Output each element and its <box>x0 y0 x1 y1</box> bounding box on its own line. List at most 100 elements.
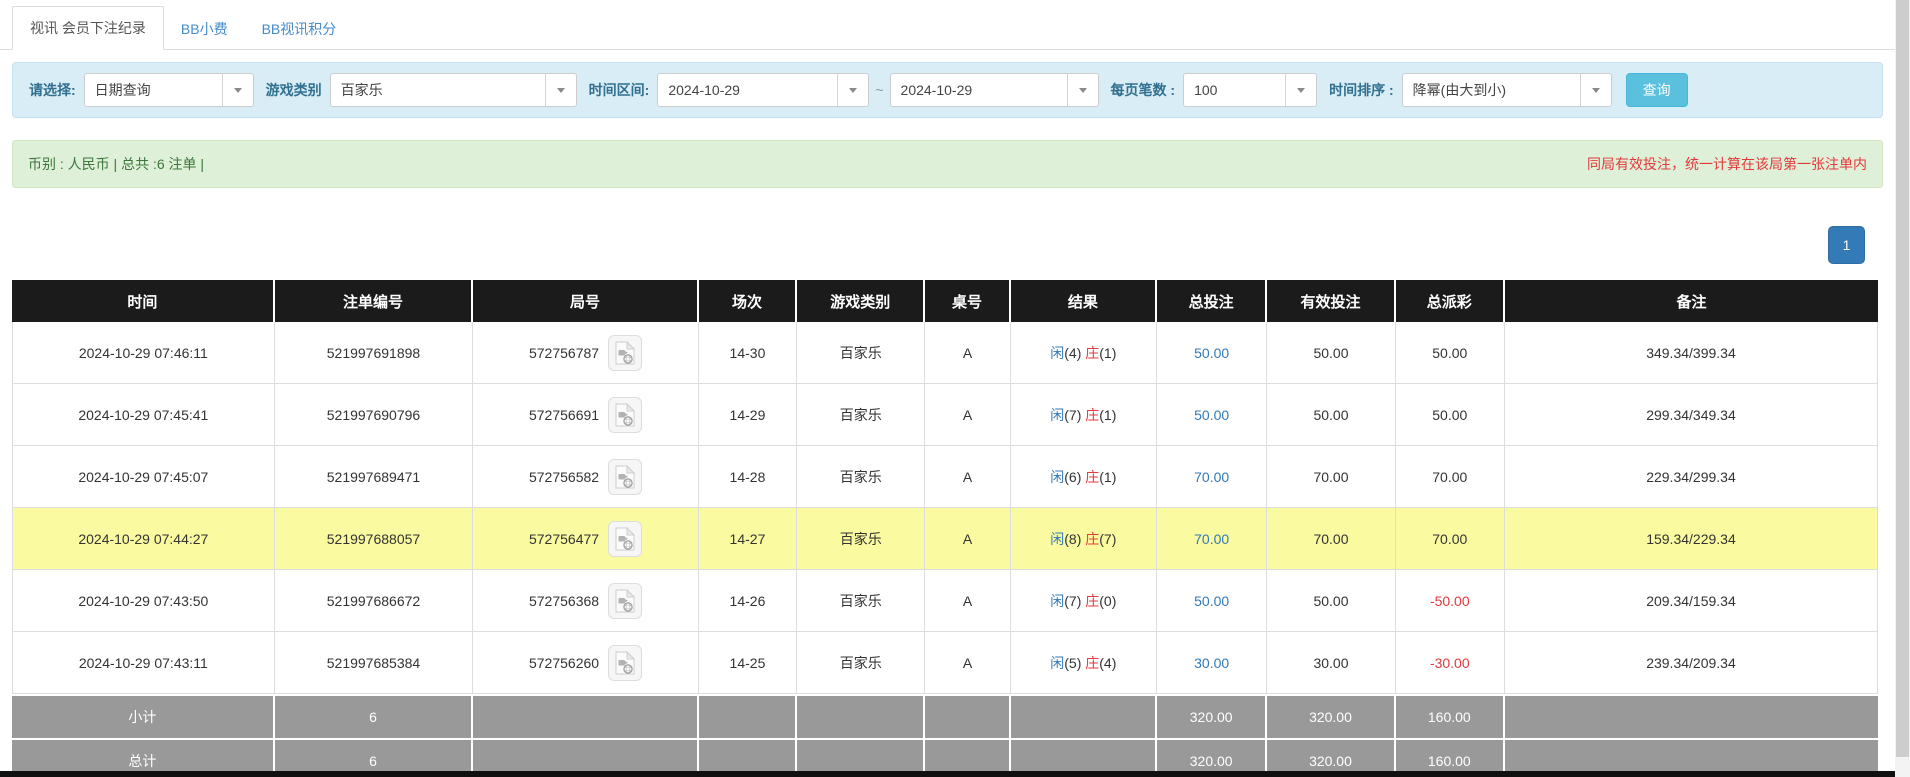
scrollbar-thumb[interactable] <box>1896 0 1909 757</box>
filter-bar: 请选择: 日期查询 游戏类别 百家乐 时间区间: 2024-10-29 ~ 20… <box>12 62 1883 118</box>
table-row: 2024-10-29 07:45:41521997690796572756691… <box>12 384 1878 446</box>
cell-session: 14-27 <box>699 508 797 570</box>
records-table: 时间注单编号局号场次游戏类别桌号结果总投注有效投注总派彩备注 2024-10-2… <box>12 280 1878 777</box>
cell-time: 2024-10-29 07:43:50 <box>12 570 275 632</box>
tab-video-member-bet-records[interactable]: 视讯 会员下注纪录 <box>12 6 164 50</box>
video-replay-button[interactable] <box>608 645 642 681</box>
summary-bar: 币别 : 人民币 | 总共 :6 注单 | 同局有效投注，统一计算在该局第一张注… <box>12 140 1883 188</box>
tab-bb-tips[interactable]: BB小费 <box>164 8 245 50</box>
cell-valid-bet: 50.00 <box>1267 384 1395 446</box>
page-size-value: 100 <box>1184 74 1285 106</box>
cell-payout: 70.00 <box>1396 446 1505 508</box>
round-id-text: 572756477 <box>529 531 599 547</box>
cell-game-type: 百家乐 <box>797 446 925 508</box>
video-replay-button[interactable] <box>608 459 642 495</box>
chevron-down-icon[interactable] <box>1067 74 1098 106</box>
video-replay-button[interactable] <box>608 583 642 619</box>
column-header-5: 桌号 <box>925 280 1010 322</box>
cell-payout: -50.00 <box>1396 570 1505 632</box>
tab-bb-video-points[interactable]: BB视讯积分 <box>245 8 354 50</box>
cell-bet-id: 521997690796 <box>275 384 474 446</box>
currency-total-text: 币别 : 人民币 | 总共 :6 注单 | <box>28 154 204 174</box>
column-header-8: 有效投注 <box>1267 280 1395 322</box>
video-replay-button[interactable] <box>608 335 642 371</box>
cell-game-type: 百家乐 <box>797 384 925 446</box>
cell-time: 2024-10-29 07:43:11 <box>12 632 275 694</box>
caret-glyph <box>1297 88 1305 93</box>
column-header-1: 注单编号 <box>275 280 474 322</box>
result-player: 闲 <box>1050 655 1064 671</box>
chevron-down-icon[interactable] <box>545 74 576 106</box>
column-header-10: 备注 <box>1505 280 1878 322</box>
caret-glyph <box>1592 88 1600 93</box>
game-type-label: 游戏类别 <box>266 80 322 100</box>
total-bet-link[interactable]: 70.00 <box>1194 531 1229 547</box>
cell-valid-bet: 50.00 <box>1267 322 1395 384</box>
cell-time: 2024-10-29 07:45:07 <box>12 446 275 508</box>
cell-note: 209.34/159.34 <box>1505 570 1878 632</box>
total-bet-link[interactable]: 50.00 <box>1194 345 1229 361</box>
date-from-select[interactable]: 2024-10-29 <box>657 73 869 107</box>
query-type-select[interactable]: 日期查询 <box>84 73 254 107</box>
cell-payout: 50.00 <box>1396 322 1505 384</box>
round-id-text: 572756582 <box>529 469 599 485</box>
cell-result: 闲(6) 庄(1) <box>1011 446 1157 508</box>
total-bet-link[interactable]: 50.00 <box>1194 593 1229 609</box>
betting-records-page: 视讯 会员下注纪录 BB小费 BB视讯积分 请选择: 日期查询 游戏类别 百家乐… <box>0 0 1895 777</box>
cell-result: 闲(8) 庄(7) <box>1011 508 1157 570</box>
date-to-select[interactable]: 2024-10-29 <box>890 73 1099 107</box>
cell-time: 2024-10-29 07:45:41 <box>12 384 275 446</box>
column-header-9: 总派彩 <box>1396 280 1505 322</box>
column-header-0: 时间 <box>12 280 275 322</box>
cell-session: 14-26 <box>699 570 797 632</box>
video-replay-button[interactable] <box>608 521 642 557</box>
scrollbar[interactable] <box>1895 0 1910 777</box>
video-replay-icon <box>615 341 635 365</box>
sort-order-select[interactable]: 降幂(由大到小) <box>1402 73 1612 107</box>
total-bet-link[interactable]: 50.00 <box>1194 407 1229 423</box>
chevron-down-icon[interactable] <box>222 74 253 106</box>
total-bet-link[interactable]: 70.00 <box>1194 469 1229 485</box>
caret-glyph <box>849 88 857 93</box>
pagination: 1 <box>12 226 1865 264</box>
game-type-select[interactable]: 百家乐 <box>330 73 577 107</box>
page-size-select[interactable]: 100 <box>1183 73 1317 107</box>
video-replay-button[interactable] <box>608 397 642 433</box>
round-id-text: 572756368 <box>529 593 599 609</box>
result-player: 闲 <box>1050 593 1064 609</box>
cell-session: 14-29 <box>699 384 797 446</box>
chevron-down-icon[interactable] <box>1285 74 1316 106</box>
cell-bet-id: 521997691898 <box>275 322 474 384</box>
cell-table-no: A <box>925 570 1010 632</box>
totals-count: 6 <box>275 694 474 738</box>
search-button[interactable]: 查询 <box>1626 73 1688 107</box>
chevron-down-icon[interactable] <box>1580 74 1611 106</box>
video-replay-icon <box>615 465 635 489</box>
round-id-text: 572756787 <box>529 345 599 361</box>
column-header-7: 总投注 <box>1157 280 1267 322</box>
chevron-down-icon[interactable] <box>837 74 868 106</box>
video-replay-icon <box>615 403 635 427</box>
cell-total-bet: 50.00 <box>1157 570 1267 632</box>
subtotal-row: 小计6320.00320.00160.00 <box>12 694 1878 738</box>
result-player: 闲 <box>1050 531 1064 547</box>
cell-bet-id: 521997686672 <box>275 570 474 632</box>
query-type-value: 日期查询 <box>85 74 222 106</box>
column-header-3: 场次 <box>699 280 797 322</box>
cell-result: 闲(7) 庄(0) <box>1011 570 1157 632</box>
table-row: 2024-10-29 07:43:11521997685384572756260… <box>12 632 1878 694</box>
video-replay-icon <box>615 589 635 613</box>
table-row: 2024-10-29 07:45:07521997689471572756582… <box>12 446 1878 508</box>
cell-valid-bet: 70.00 <box>1267 446 1395 508</box>
date-to-value: 2024-10-29 <box>891 74 1067 106</box>
records-table-wrap: 时间注单编号局号场次游戏类别桌号结果总投注有效投注总派彩备注 2024-10-2… <box>12 280 1895 777</box>
cell-table-no: A <box>925 632 1010 694</box>
page-button-1[interactable]: 1 <box>1828 226 1865 264</box>
table-header-row: 时间注单编号局号场次游戏类别桌号结果总投注有效投注总派彩备注 <box>12 280 1878 322</box>
total-bet-link[interactable]: 30.00 <box>1194 655 1229 671</box>
date-range-separator: ~ <box>875 82 883 98</box>
window-bottom-edge <box>0 771 1895 777</box>
result-banker: 庄 <box>1085 407 1099 423</box>
filter-section: 请选择: 日期查询 游戏类别 百家乐 时间区间: 2024-10-29 ~ 20… <box>12 62 1883 118</box>
totals-label: 小计 <box>12 694 275 738</box>
